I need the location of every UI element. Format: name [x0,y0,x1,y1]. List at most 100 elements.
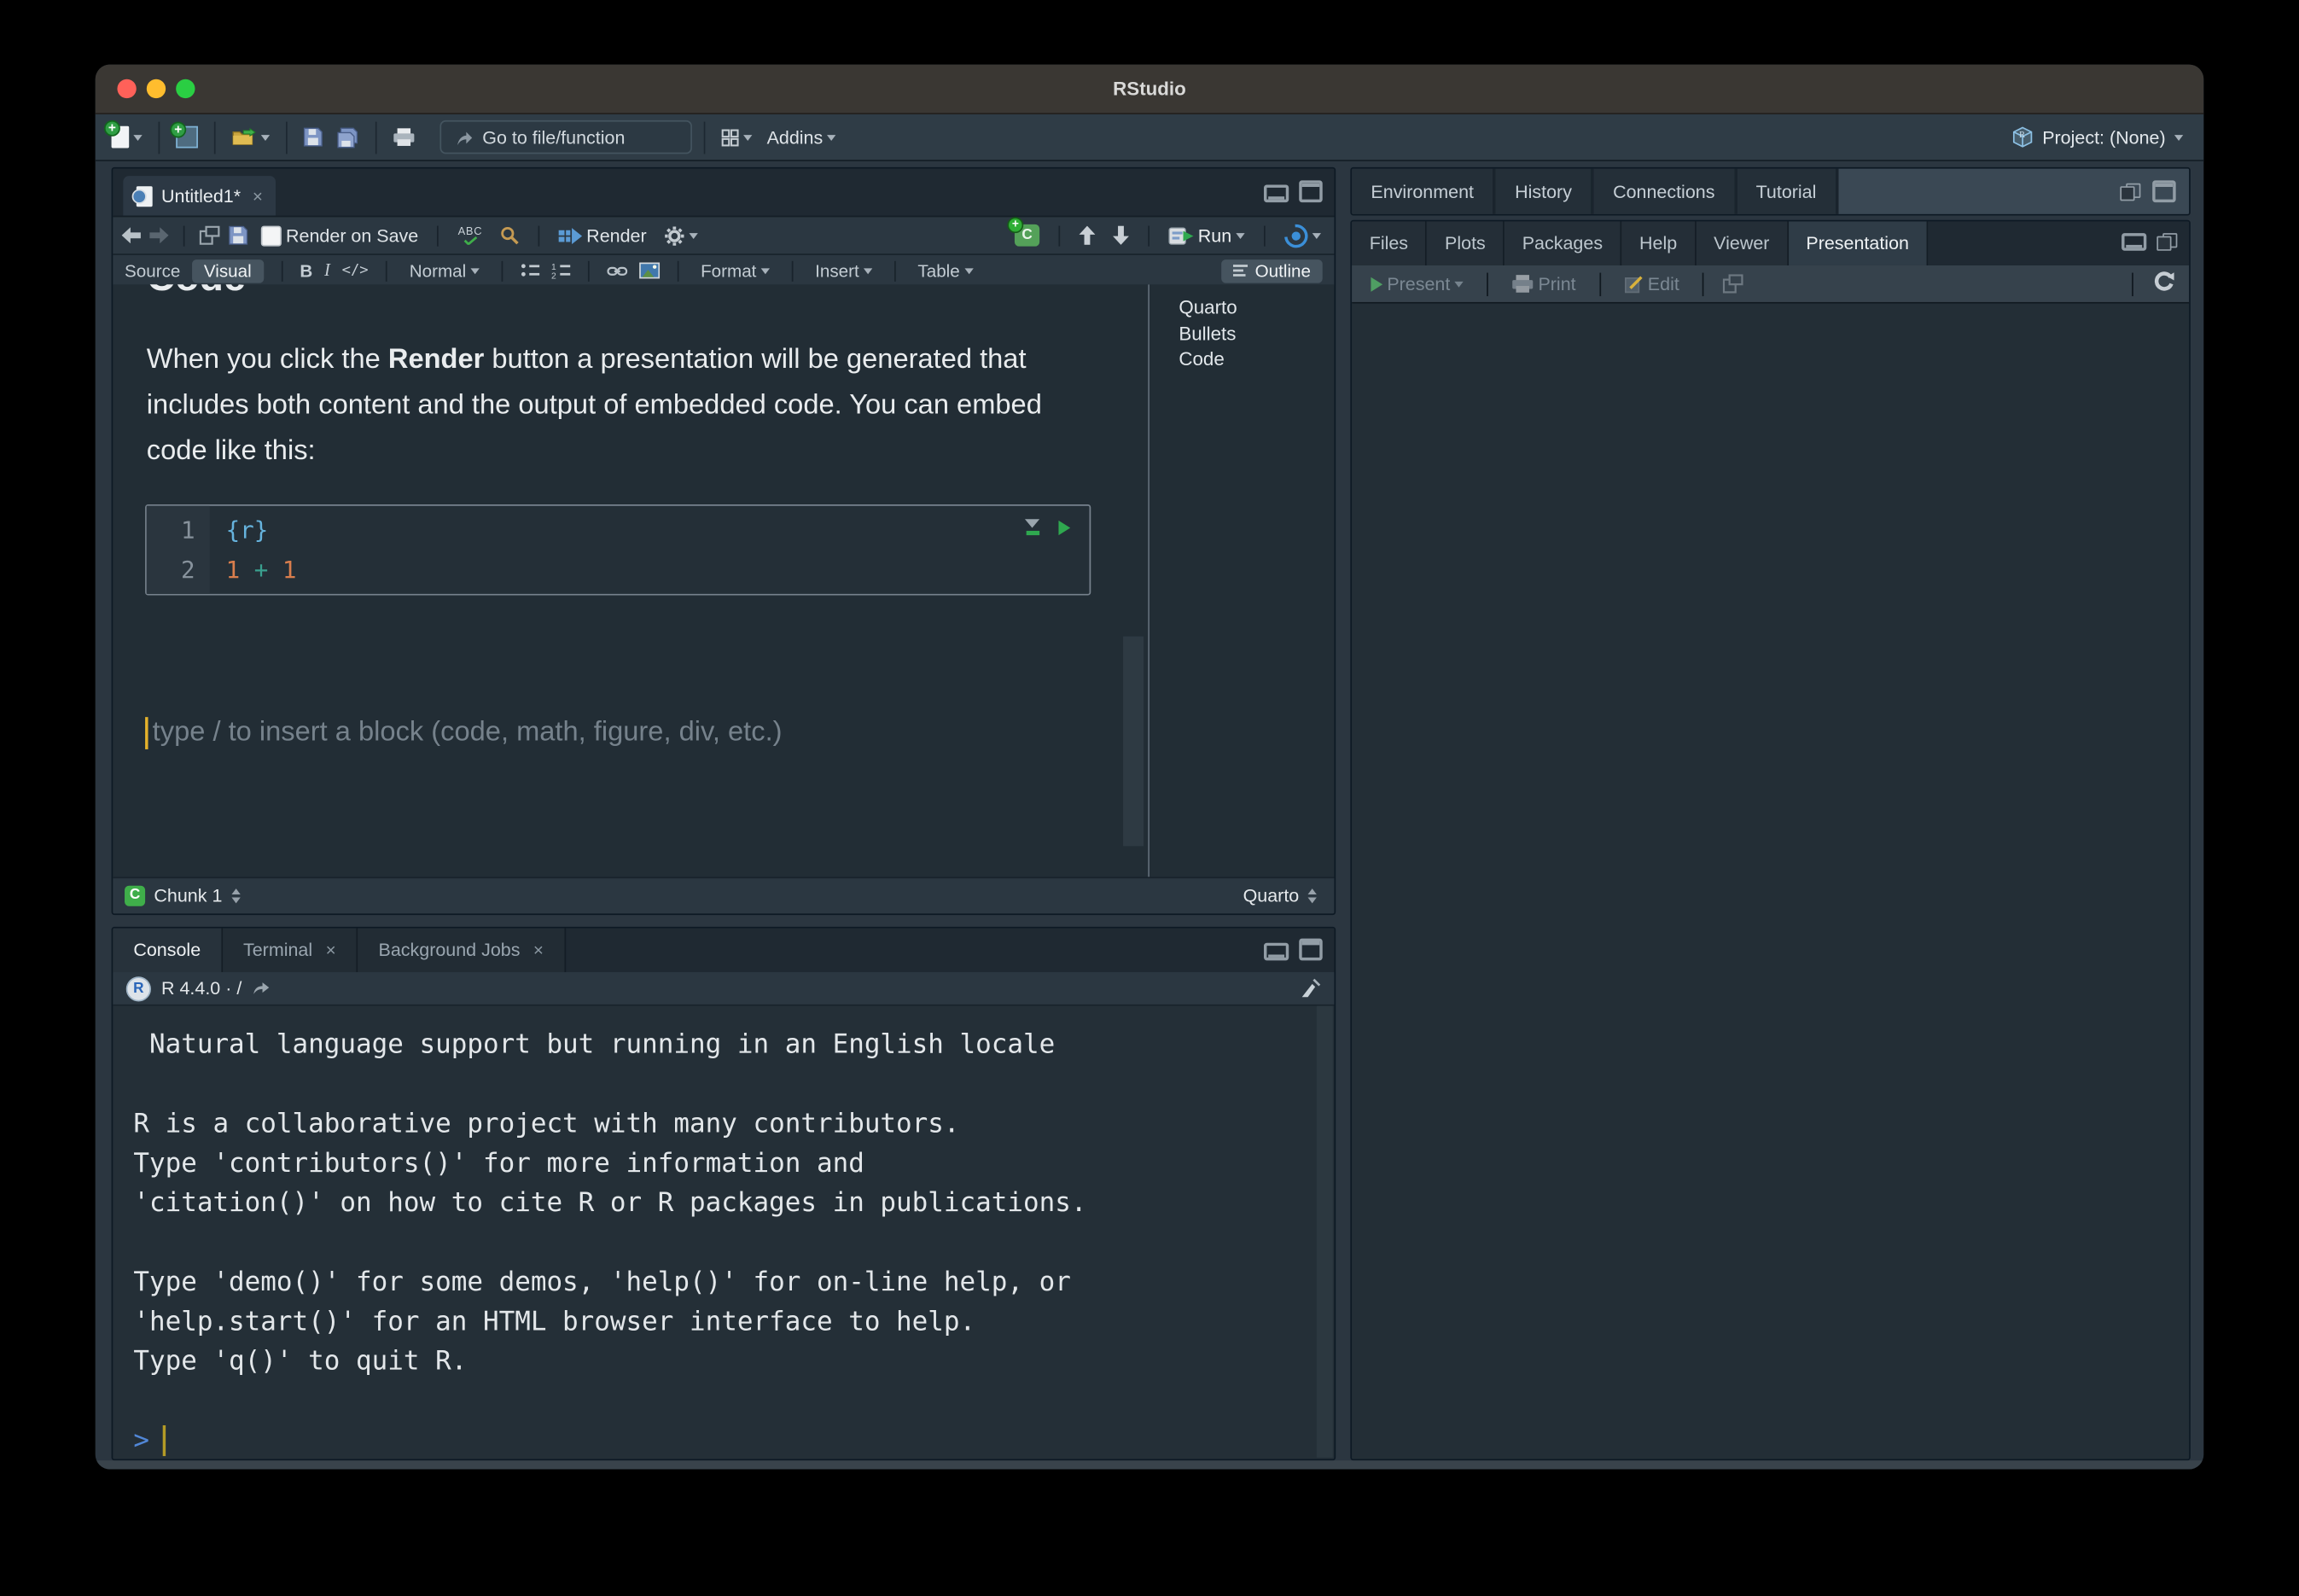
outline-item-bullets[interactable]: Bullets [1179,320,1334,346]
tab-files[interactable]: Files [1352,221,1427,265]
window-bottom-strip [96,1460,2204,1469]
tab-title: Untitled1* [161,185,241,206]
tab-untitled1[interactable]: Untitled1* × [123,176,276,215]
grid-icon [721,128,739,146]
file-type-label[interactable]: Quarto [1243,886,1300,906]
r-version-label[interactable]: R 4.4.0 · / [161,978,242,999]
image-icon[interactable] [639,263,660,279]
minimize-pane-icon[interactable] [1264,184,1289,202]
tab-plots[interactable]: Plots [1427,221,1505,265]
console-scrollbar[interactable] [1317,1006,1333,1458]
visual-editor-toolbar: Source Visual B I </> Normal 12 Format I… [113,255,1334,288]
project-menu-button[interactable]: R Project: (None) [2011,126,2191,149]
save-button[interactable] [299,125,327,149]
minimize-pane-icon[interactable] [1264,943,1289,961]
save-icon[interactable] [229,226,247,245]
tab-terminal[interactable]: Terminal× [223,929,358,973]
tab-packages[interactable]: Packages [1505,221,1621,265]
new-file-button[interactable] [107,123,146,151]
tab-environment[interactable]: Environment [1352,169,1496,214]
italic-button[interactable]: I [324,259,330,282]
source-statusbar: C Chunk 1 Quarto [113,877,1334,913]
back-icon[interactable] [122,227,141,243]
print-button[interactable] [388,125,419,149]
new-project-button[interactable] [172,123,202,151]
render-label: Render [586,225,646,246]
addins-button[interactable]: Addins [762,124,840,150]
goto-file-function-input[interactable]: Go to file/function [439,120,692,154]
code-button[interactable]: </> [342,263,369,279]
forward-icon[interactable] [149,227,168,243]
presentation-content [1352,304,2189,1459]
run-button[interactable]: Run [1164,222,1249,248]
tab-console[interactable]: Console [113,929,223,973]
close-tab-icon[interactable]: × [326,940,336,960]
spellcheck-button[interactable]: ABC [453,223,486,248]
console-output[interactable]: Natural language support but running in … [113,1006,1334,1459]
divider [438,225,439,246]
tab-connections[interactable]: Connections [1594,169,1737,214]
outline-item-code[interactable]: Code [1179,346,1334,371]
numbered-list-icon[interactable]: 12 [551,263,570,279]
present-button[interactable]: Present [1366,271,1468,297]
refresh-presentation-button[interactable] [2152,271,2174,296]
open-file-button[interactable] [227,125,274,149]
close-tab-icon[interactable]: × [533,940,544,960]
save-all-button[interactable] [333,124,364,150]
bullet-list-icon[interactable] [521,263,539,279]
bold-button[interactable]: B [300,260,312,281]
run-current-chunk-icon[interactable] [1058,520,1070,534]
table-menu[interactable]: Table [913,258,977,284]
print-presentation-button[interactable]: Print [1507,271,1580,297]
tab-tutorial[interactable]: Tutorial [1737,169,1838,214]
link-icon[interactable] [607,265,627,277]
render-settings-button[interactable] [660,222,702,248]
edit-presentation-button[interactable]: Edit [1620,271,1684,297]
editor-scrollbar-thumb[interactable] [1123,637,1144,847]
run-all-chunks-above-icon[interactable] [1025,519,1039,535]
visual-editor-canvas[interactable]: Code When you click the Render button a … [113,284,1334,878]
clear-console-button[interactable] [1301,978,1321,1003]
minimize-pane-icon[interactable] [2121,233,2146,251]
presentation-pane: Files Plots Packages Help Viewer Present… [1350,220,2190,1461]
open-in-new-window-icon[interactable] [1723,274,1743,293]
tab-viewer[interactable]: Viewer [1697,221,1789,265]
render-on-save-checkbox[interactable]: Render on Save [257,222,423,248]
maximize-pane-icon[interactable] [1299,180,1322,202]
file-type-spinner-icon[interactable] [1308,888,1317,903]
line-number: 2 [147,550,210,589]
outline-toggle-button[interactable]: Outline [1221,259,1323,282]
console-line: Type 'q()' to quit R. [133,1342,1334,1381]
code-chunk[interactable]: 1 {r} 2 1 + 1 [145,504,1091,596]
open-directory-icon[interactable] [252,981,270,995]
tab-help[interactable]: Help [1621,221,1696,265]
chunk-spinner-icon[interactable] [231,888,240,903]
insert-chunk-button[interactable]: C+ [1010,221,1045,249]
render-button[interactable]: Render [554,222,650,248]
insert-menu[interactable]: Insert [811,258,876,284]
abc-icon: ABC [458,226,483,236]
run-previous-chunks-button[interactable] [1074,223,1099,248]
chunk-position-label[interactable]: Chunk 1 [154,886,222,906]
rstudio-window: RStudio Go to file/function [96,65,2204,1470]
tab-history[interactable]: History [1496,169,1594,214]
paragraph-style-dropdown[interactable]: Normal [405,258,484,284]
tab-presentation[interactable]: Presentation [1789,221,1929,265]
rerun-button[interactable] [1280,221,1325,250]
find-replace-button[interactable] [496,223,524,248]
tab-background-jobs[interactable]: Background Jobs× [358,929,565,973]
close-tab-icon[interactable]: × [253,185,263,206]
maximize-pane-icon[interactable] [1299,939,1322,961]
chunk-language-badge: C [125,886,145,906]
source-mode-button[interactable]: Source [125,260,180,281]
maximize-pane-icon[interactable] [2152,180,2175,202]
restore-pane-icon[interactable] [2120,183,2140,201]
visual-mode-button[interactable]: Visual [192,259,263,282]
restore-pane-icon[interactable] [2156,233,2177,251]
console-prompt[interactable]: > [133,1421,1334,1460]
open-in-new-window-icon[interactable] [200,226,220,245]
run-next-chunk-button[interactable] [1109,223,1133,248]
format-menu[interactable]: Format [696,258,774,284]
panes-layout-button[interactable] [717,125,756,149]
outline-item-quarto[interactable]: Quarto [1179,294,1334,320]
